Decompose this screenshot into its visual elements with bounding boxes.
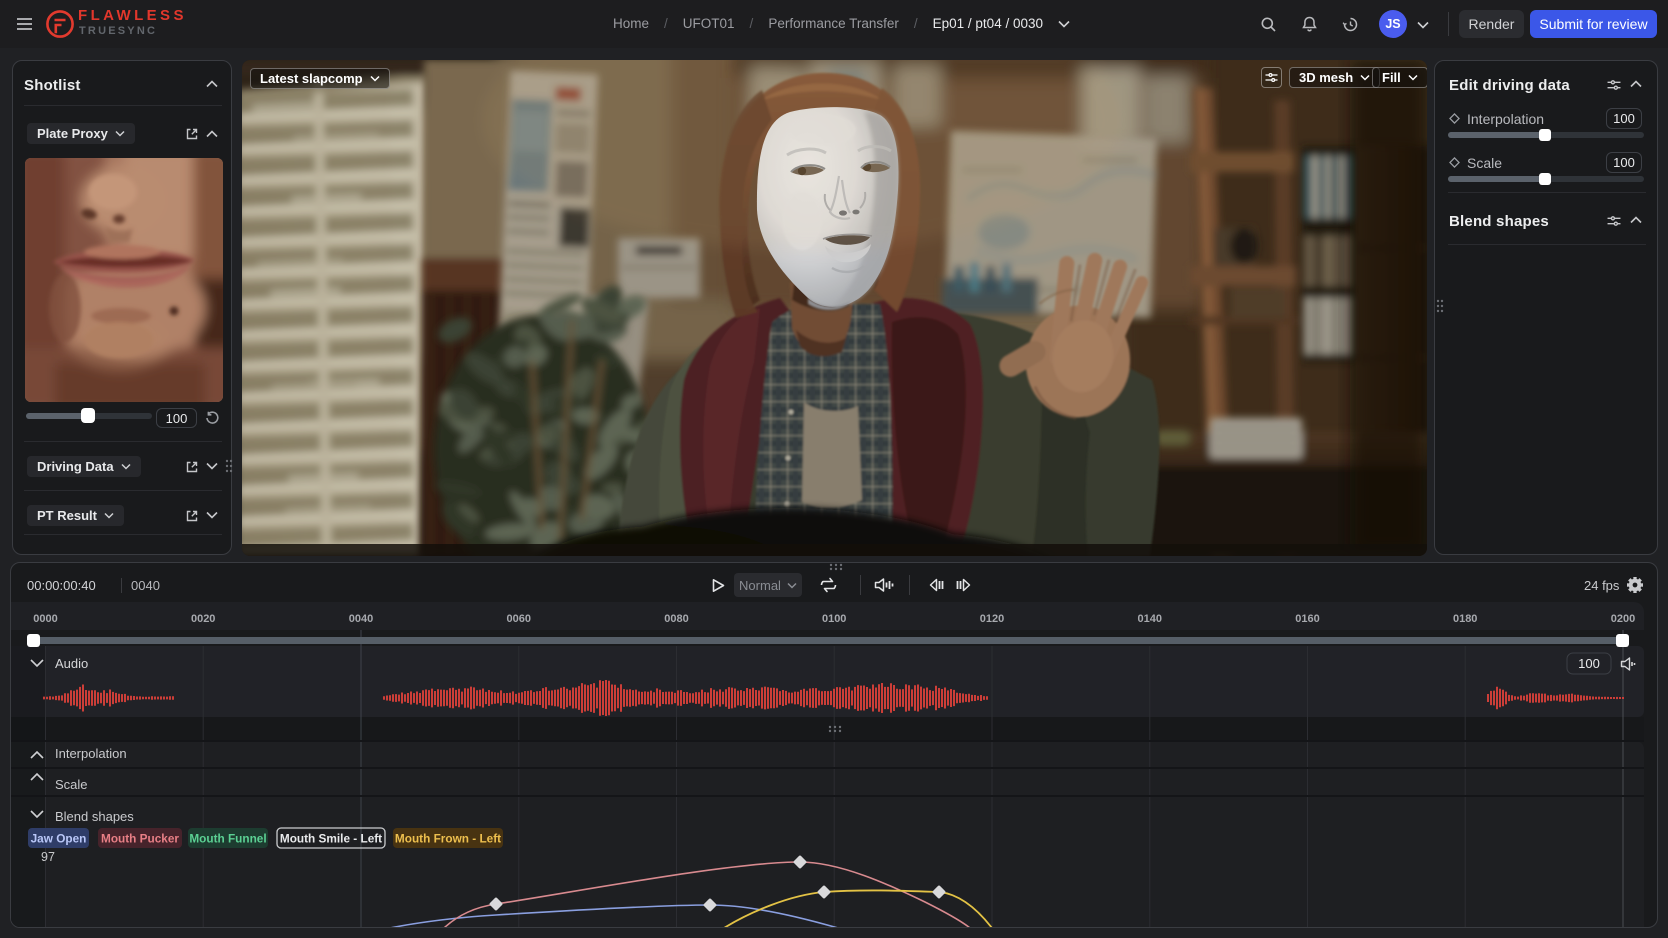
svg-text:Mouth Funnel: Mouth Funnel: [189, 832, 266, 846]
svg-text:0060: 0060: [507, 613, 531, 625]
svg-text:97: 97: [41, 850, 55, 864]
svg-text:0020: 0020: [191, 613, 215, 625]
svg-text:Mouth Pucker: Mouth Pucker: [101, 832, 179, 846]
svg-text:0100: 0100: [822, 613, 846, 625]
svg-text:Mouth Smile - Left: Mouth Smile - Left: [280, 832, 382, 846]
svg-text:0160: 0160: [1295, 613, 1319, 625]
svg-text:0080: 0080: [664, 613, 688, 625]
svg-text:Jaw Open: Jaw Open: [31, 832, 87, 846]
svg-text:0200: 0200: [1611, 613, 1635, 625]
svg-text:Interpolation: Interpolation: [55, 746, 127, 761]
svg-text:0000: 0000: [33, 613, 57, 625]
svg-text:Blend shapes: Blend shapes: [55, 809, 134, 824]
svg-text:Mouth Frown - Left: Mouth Frown - Left: [395, 832, 501, 846]
svg-text:0040: 0040: [349, 613, 373, 625]
svg-text:Scale: Scale: [55, 777, 88, 792]
svg-text:Audio: Audio: [55, 656, 88, 671]
svg-text:100: 100: [1578, 656, 1600, 671]
svg-text:0140: 0140: [1138, 613, 1162, 625]
svg-text:0180: 0180: [1453, 613, 1477, 625]
svg-text:0120: 0120: [980, 613, 1004, 625]
